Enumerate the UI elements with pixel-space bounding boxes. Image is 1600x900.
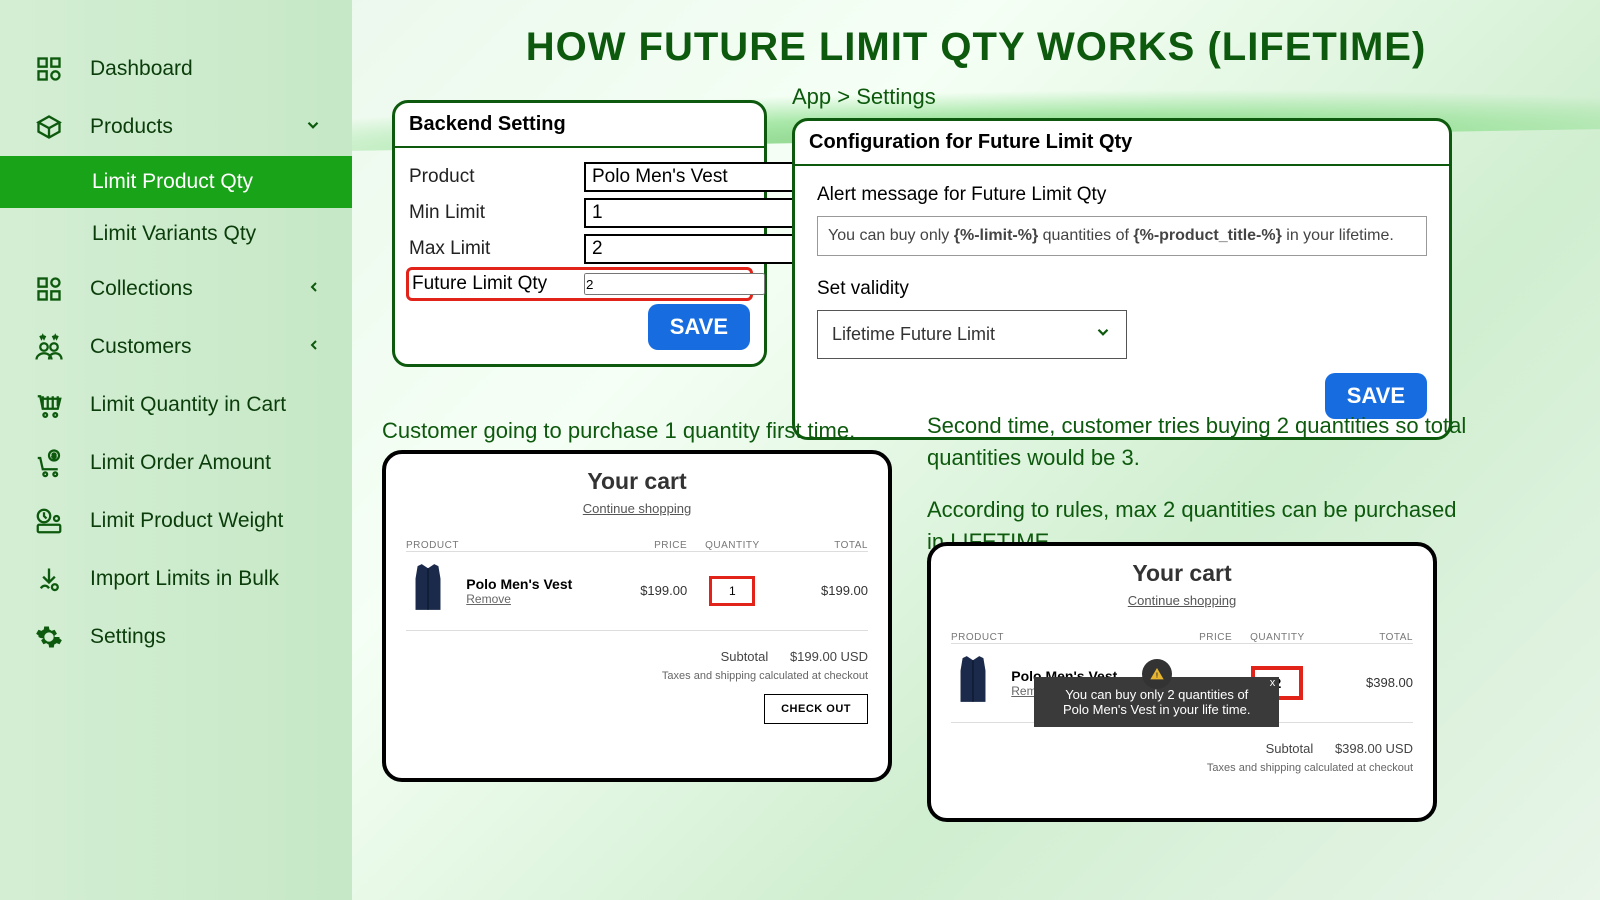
th-price: PRICE (1142, 632, 1232, 644)
sidebar-item-label: Collections (90, 277, 193, 301)
sidebar-item-label: Settings (90, 625, 166, 649)
vest-icon (951, 654, 995, 706)
panel-title: Backend Setting (395, 103, 764, 148)
sidebar-item-settings[interactable]: Settings (0, 608, 352, 666)
sidebar-item-label: Limit Product Qty (92, 170, 253, 194)
caption-second-purchase: Second time, customer tries buying 2 qua… (927, 410, 1467, 558)
sidebar-item-label: Limit Variants Qty (92, 222, 256, 246)
cart-title: Your cart (406, 468, 868, 495)
toast-line: You can buy only 2 quantities of (1060, 687, 1253, 702)
chevron-left-icon (306, 279, 322, 300)
breadcrumb: App > Settings (792, 84, 936, 110)
collections-icon (30, 274, 68, 304)
config-panel: Configuration for Future Limit Qty Alert… (792, 118, 1452, 440)
page-title: HOW FUTURE LIMIT QTY WORKS (LIFETIME) (352, 0, 1600, 80)
cart-money-icon: $ (30, 448, 68, 478)
sidebar-item-dashboard[interactable]: Dashboard (0, 40, 352, 98)
cart-title: Your cart (951, 560, 1413, 587)
panel-title: Configuration for Future Limit Qty (795, 121, 1449, 166)
sidebar-item-limit-product-qty[interactable]: Limit Product Qty (0, 156, 352, 208)
box-icon (30, 112, 68, 142)
alert-message-input[interactable]: You can buy only {%-limit-%} quantities … (817, 216, 1427, 256)
sidebar-item-label: Dashboard (90, 57, 193, 81)
close-icon[interactable]: x (1270, 677, 1276, 689)
product-label: Product (409, 166, 584, 188)
subtotal-value: $398.00 USD (1335, 741, 1413, 756)
weight-icon (30, 506, 68, 536)
caption-first-purchase: Customer going to purchase 1 quantity fi… (382, 415, 855, 447)
th-qty: QUANTITY (687, 540, 777, 552)
import-icon (30, 564, 68, 594)
total-cell: $398.00 (1323, 644, 1413, 722)
dropdown-value: Lifetime Future Limit (832, 324, 995, 345)
validity-dropdown[interactable]: Lifetime Future Limit (817, 310, 1127, 359)
th-price: PRICE (597, 540, 687, 552)
th-total: TOTAL (1323, 632, 1413, 644)
gear-icon (30, 622, 68, 652)
toast-line: Polo Men's Vest in your life time. (1060, 702, 1253, 717)
remove-link[interactable]: Remove (466, 592, 597, 606)
price-cell: $199.00 (597, 552, 687, 630)
cart-panel-second: Your cart Continue shopping PRODUCT PRIC… (927, 542, 1437, 822)
caption-line: Second time, customer tries buying 2 qua… (927, 410, 1467, 474)
tax-note: Taxes and shipping calculated at checkou… (951, 762, 1413, 774)
cart-panel-first: Your cart Continue shopping PRODUCT PRIC… (382, 450, 892, 782)
continue-shopping-link[interactable]: Continue shopping (406, 501, 868, 516)
sidebar-item-limit-product-weight[interactable]: Limit Product Weight (0, 492, 352, 550)
svg-text:$: $ (52, 453, 56, 460)
sidebar-item-label: Limit Order Amount (90, 451, 271, 475)
th-product: PRODUCT (951, 632, 1142, 644)
dashboard-icon (30, 54, 68, 84)
continue-shopping-link[interactable]: Continue shopping (951, 593, 1413, 608)
future-limit-highlight: Future Limit Qty (406, 267, 753, 301)
min-limit-label: Min Limit (409, 202, 584, 224)
sidebar-item-limit-order-amount[interactable]: $ Limit Order Amount (0, 434, 352, 492)
sidebar-item-customers[interactable]: Customers (0, 318, 352, 376)
sidebar-item-label: Limit Product Weight (90, 509, 283, 533)
tax-note: Taxes and shipping calculated at checkou… (406, 670, 868, 682)
svg-text:!: ! (1156, 670, 1158, 679)
sidebar-item-limit-variants-qty[interactable]: Limit Variants Qty (0, 208, 352, 260)
qty-input[interactable]: 1 (709, 576, 755, 606)
warning-icon: ! (1142, 659, 1172, 689)
sidebar-item-limit-qty-cart[interactable]: Limit Quantity in Cart (0, 376, 352, 434)
sidebar-item-label: Customers (90, 335, 192, 359)
subtotal-value: $199.00 USD (790, 649, 868, 664)
future-limit-label: Future Limit Qty (412, 273, 584, 295)
alert-label: Alert message for Future Limit Qty (817, 184, 1427, 206)
sidebar: Dashboard Products Limit Product Qty Lim… (0, 0, 352, 900)
alert-toast: ! x You can buy only 2 quantities of Pol… (1034, 677, 1279, 727)
chevron-down-icon (1094, 323, 1112, 346)
chevron-down-icon (304, 116, 322, 139)
checkout-button[interactable]: CHECK OUT (764, 694, 868, 724)
save-button[interactable]: SAVE (648, 304, 750, 350)
sidebar-item-label: Limit Quantity in Cart (90, 393, 286, 417)
future-limit-input[interactable] (584, 273, 765, 295)
sidebar-item-label: Import Limits in Bulk (90, 567, 279, 591)
th-total: TOTAL (778, 540, 868, 552)
product-name: Polo Men's Vest (466, 576, 597, 592)
max-limit-label: Max Limit (409, 238, 584, 260)
validity-label: Set validity (817, 278, 1427, 300)
vest-icon (406, 562, 450, 614)
total-cell: $199.00 (778, 552, 868, 630)
chevron-left-icon (306, 337, 322, 358)
backend-setting-panel: Backend Setting Product Min Limit Max Li… (392, 100, 767, 367)
cart-icon (30, 390, 68, 420)
customers-icon (30, 332, 68, 362)
subtotal-label: Subtotal (721, 649, 769, 664)
sidebar-item-collections[interactable]: Collections (0, 260, 352, 318)
main-content: HOW FUTURE LIMIT QTY WORKS (LIFETIME) Ba… (352, 0, 1600, 900)
sidebar-item-label: Products (90, 115, 173, 139)
sidebar-item-products[interactable]: Products (0, 98, 352, 156)
sidebar-item-import-bulk[interactable]: Import Limits in Bulk (0, 550, 352, 608)
th-qty: QUANTITY (1232, 632, 1322, 644)
th-product: PRODUCT (406, 540, 597, 552)
subtotal-label: Subtotal (1266, 741, 1314, 756)
